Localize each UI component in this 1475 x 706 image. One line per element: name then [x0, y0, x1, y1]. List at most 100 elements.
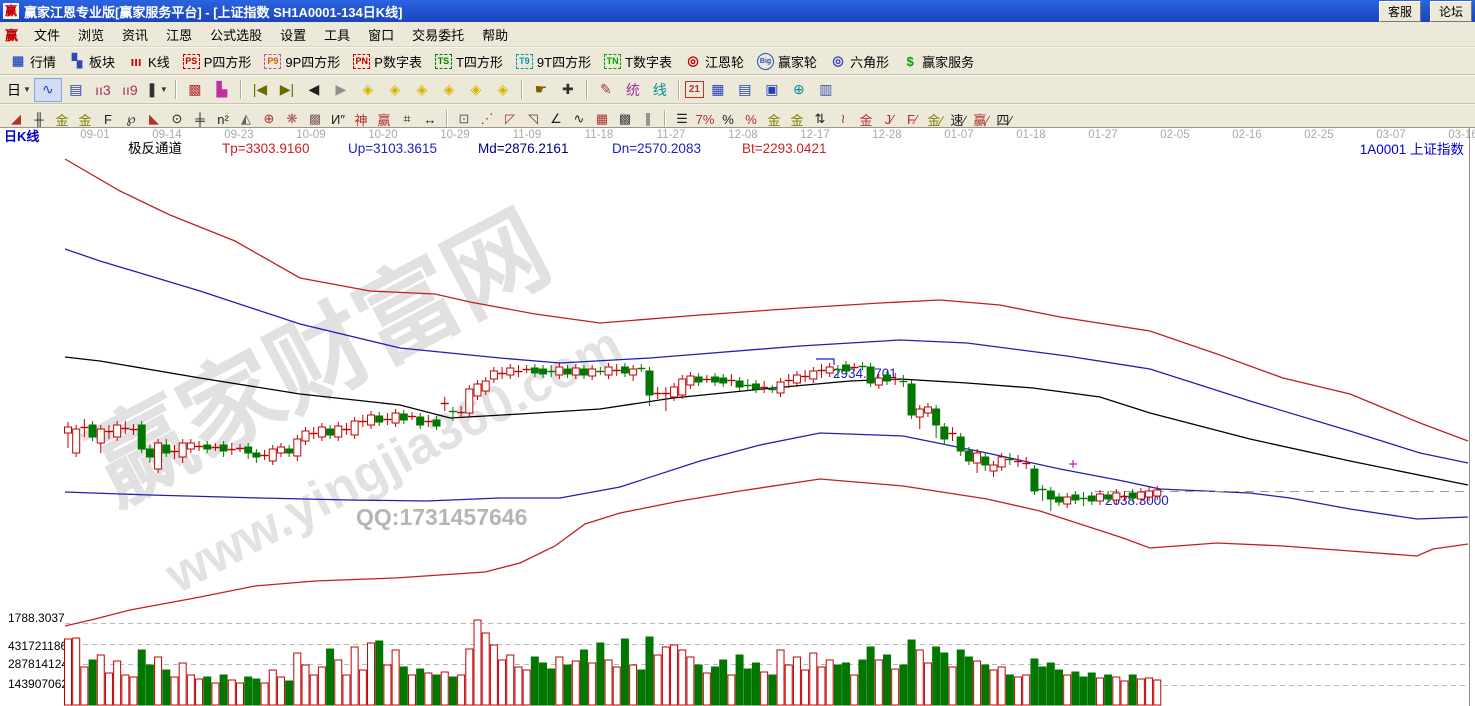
candle-body [245, 447, 252, 453]
menu-trade-order[interactable]: 交易委托 [403, 23, 473, 46]
candle-style-dropdown[interactable]: ❚▼ [144, 79, 170, 101]
indicator-value: Dn=2570.2083 [612, 141, 701, 156]
toolbar-separator [521, 80, 523, 99]
first-page-icon[interactable]: |◀ [247, 79, 273, 101]
volume-bar [843, 663, 850, 705]
volume-bar [851, 675, 858, 705]
menu-window[interactable]: 窗口 [359, 23, 403, 46]
menu-help[interactable]: 帮助 [473, 23, 517, 46]
sectors-button[interactable]: ▚板块 [64, 50, 120, 73]
volume-bar [1105, 675, 1112, 705]
pan-diamond-icon[interactable]: ◈ [409, 79, 435, 101]
quotes-button-label: 行情 [30, 52, 56, 71]
winner-wheel-button-label: 赢家轮 [778, 52, 817, 71]
p-square-button[interactable]: PSP四方形 [178, 50, 257, 73]
volume-bar [130, 677, 137, 705]
candle-body [155, 443, 162, 469]
chip-distribution-icon[interactable]: ▩ [182, 79, 208, 101]
peak-pointer-mark [816, 359, 834, 365]
volume-bar [990, 670, 997, 705]
volume-bar [998, 667, 1005, 705]
crosshair-tool-icon[interactable]: ✚ [555, 79, 581, 101]
gann-wheel-button[interactable]: ◎江恩轮 [680, 50, 749, 73]
date-axis-label: 10-09 [296, 129, 325, 141]
candle-body [89, 425, 96, 437]
zoom-left-diamond-icon[interactable]: ◈ [355, 79, 381, 101]
9p-square-button-icon: P9 [264, 54, 281, 69]
zoom-right-diamond-icon[interactable]: ◈ [382, 79, 408, 101]
menu-settings[interactable]: 设置 [271, 23, 315, 46]
chart-9-icon[interactable]: ıı9 [117, 79, 143, 101]
winner-service-button-label: 赢家服务 [922, 52, 974, 71]
last-page-icon[interactable]: ▶| [274, 79, 300, 101]
volume-bar [1064, 675, 1071, 705]
info-panel-icon[interactable]: ▤ [63, 79, 89, 101]
notes-icon[interactable]: ▤ [732, 79, 758, 101]
volume-bar [924, 663, 931, 705]
winner-service-button[interactable]: $赢家服务 [897, 50, 979, 73]
9p-square-button[interactable]: P99P四方形 [259, 50, 345, 73]
calendar-icon[interactable]: 21 [685, 81, 704, 98]
volume-bar [65, 639, 72, 705]
9t-square-button[interactable]: T99T四方形 [511, 50, 596, 73]
volume-bar [73, 638, 80, 705]
chart-area[interactable]: 赢家财富网www.yingjia360.comQQ:17314576461788… [0, 127, 1475, 706]
hexagon-button[interactable]: ◎六角形 [825, 50, 894, 73]
menu-news[interactable]: 资讯 [113, 23, 157, 46]
menu-browse[interactable]: 浏览 [69, 23, 113, 46]
t-digit-table-button[interactable]: TNT数字表 [599, 50, 677, 73]
restore-diamond-icon[interactable]: ◈ [490, 79, 516, 101]
hand-tool-icon[interactable]: ☛ [528, 79, 554, 101]
p-digit-table-button-label: P数字表 [374, 52, 422, 71]
quotes-button-icon: ▦ [10, 54, 26, 69]
quotes-button[interactable]: ▦ 行情 [5, 50, 61, 73]
p-digit-table-button[interactable]: PNP数字表 [348, 50, 427, 73]
date-axis-label: 09-14 [152, 129, 182, 141]
lines-tool-icon[interactable]: 线 [647, 79, 673, 101]
customer-service-button[interactable]: 客服 [1379, 1, 1421, 22]
toolbar-separator [446, 110, 448, 129]
volume-bar [1088, 673, 1095, 705]
menu-gann[interactable]: 江恩 [157, 23, 201, 46]
t-square-button[interactable]: TST四方形 [430, 50, 508, 73]
winner-wheel-button[interactable]: Big赢家轮 [752, 50, 822, 73]
hexagon-button-label: 六角形 [850, 52, 889, 71]
stats-tool-icon[interactable]: 统 [620, 79, 646, 101]
volume-bar [408, 675, 415, 705]
volume-tick-label: 431721186 [8, 639, 68, 653]
date-axis-label: 12-08 [728, 129, 757, 141]
volume-bar [703, 673, 710, 705]
period-day-dropdown[interactable]: 日▼ [5, 79, 33, 101]
kline-button[interactable]: ıııK线 [123, 50, 175, 73]
remote-pc-icon[interactable]: ▥ [813, 79, 839, 101]
9t-square-button-icon: T9 [516, 54, 533, 69]
candle-body [114, 425, 121, 437]
candle-body [990, 465, 997, 471]
save-icon[interactable]: ▣ [759, 79, 785, 101]
chart-3-icon[interactable]: ıı3 [90, 79, 116, 101]
compress-diamond-icon[interactable]: ◈ [436, 79, 462, 101]
candle-body [712, 377, 719, 382]
candle-body [400, 414, 407, 420]
candle-body [867, 367, 874, 383]
expand-diamond-icon[interactable]: ◈ [463, 79, 489, 101]
t-digit-table-button-icon: TN [604, 54, 621, 69]
calculator-icon[interactable]: ▦ [705, 79, 731, 101]
menu-file[interactable]: 文件 [25, 23, 69, 46]
candle-body [965, 451, 972, 461]
wave-pattern-icon[interactable]: ∿ [34, 78, 62, 102]
network-icon[interactable]: ⊕ [786, 79, 812, 101]
next-bar-icon[interactable]: ▶ [328, 79, 354, 101]
volume-bar [286, 681, 293, 705]
volume-profile-icon[interactable]: ▙ [209, 79, 235, 101]
trendline-tool-icon[interactable]: ✎ [593, 79, 619, 101]
symbol-label: 1A0001 上证指数 [1360, 142, 1465, 157]
forum-button[interactable]: 论坛 [1430, 1, 1472, 22]
prev-bar-icon[interactable]: ◀ [301, 79, 327, 101]
volume-bar [834, 665, 841, 705]
menu-tools[interactable]: 工具 [315, 23, 359, 46]
volume-bar [499, 660, 506, 705]
menu-formula-stockpick[interactable]: 公式选股 [201, 23, 271, 46]
volume-bar [384, 665, 391, 705]
candle-body [777, 382, 784, 393]
